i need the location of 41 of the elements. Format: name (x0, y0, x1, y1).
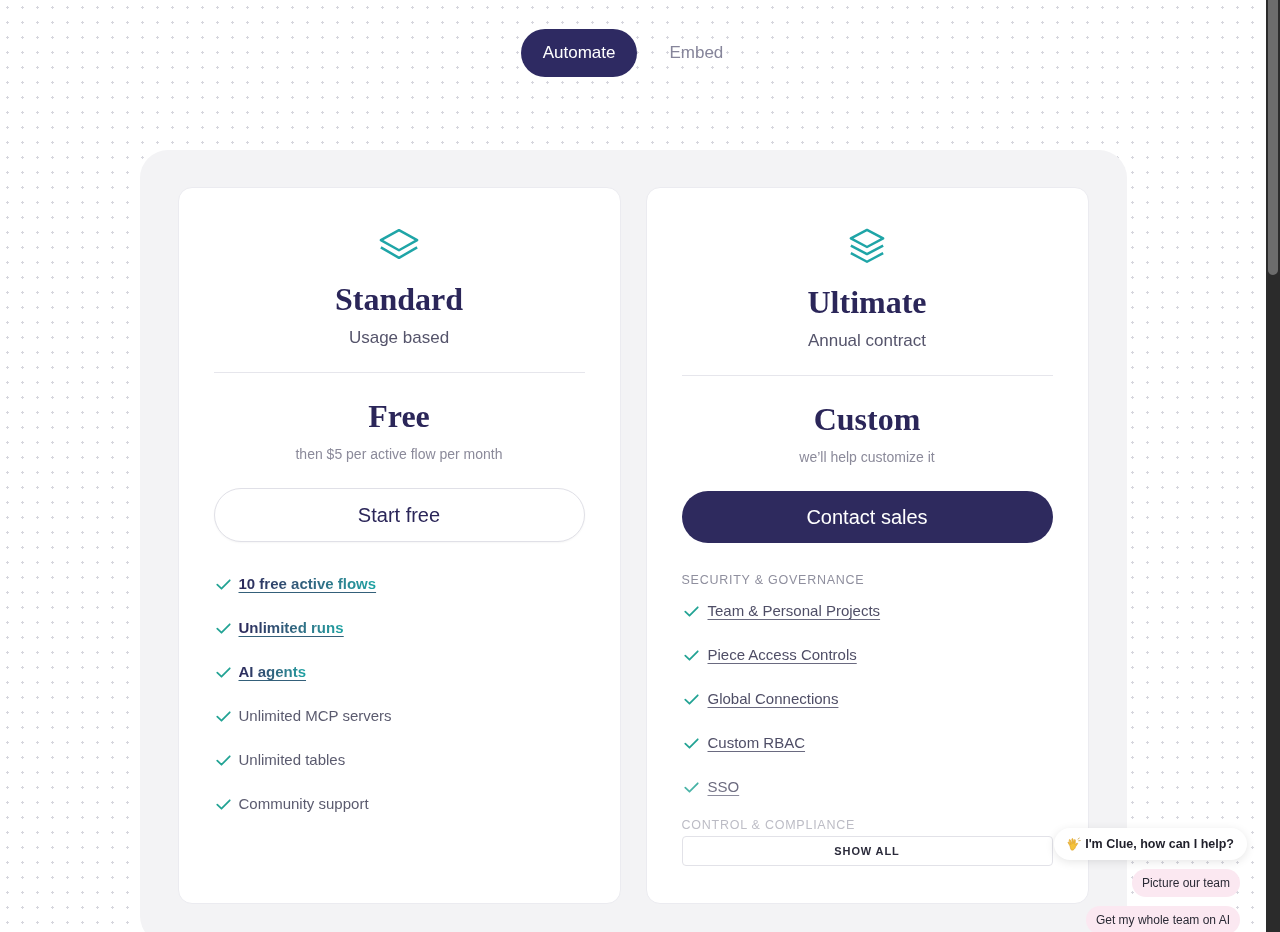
feature-link[interactable]: Team & Personal Projects (707, 599, 881, 623)
layers-icon (378, 228, 420, 261)
feature-text: Unlimited tables (238, 749, 346, 770)
check-icon (215, 798, 231, 810)
tab[interactable]: Embed (647, 29, 746, 77)
check-icon (215, 666, 231, 678)
check-icon (683, 737, 699, 749)
feature-link[interactable]: SSO (707, 775, 740, 799)
scrollbar-thumb[interactable] (1268, 0, 1278, 275)
plan-price: Free (367, 397, 431, 436)
price-note: then $5 per active flow per month (294, 445, 504, 464)
check-icon (683, 649, 699, 661)
check-icon (215, 710, 231, 722)
check-icon (215, 578, 231, 590)
check-icon (215, 754, 231, 766)
feature-link[interactable]: Piece Access Controls (707, 643, 857, 667)
contact-sales-button[interactable]: Contact sales (681, 491, 1053, 543)
check-icon (683, 781, 699, 793)
feature-text: Community support (238, 793, 369, 814)
plan-billing: Usage based (347, 327, 451, 349)
layers-icon (848, 228, 886, 266)
plan-price: Custom (812, 400, 922, 439)
plan-name: Ultimate (806, 283, 928, 322)
check-icon (215, 622, 231, 634)
plan-billing: Annual contract (806, 330, 928, 352)
tab[interactable]: Automate (520, 29, 638, 77)
waving-hand-icon (1066, 836, 1082, 852)
price-note: we’ll help customize it (798, 448, 936, 467)
chat-suggestion[interactable]: Get my whole team on AI (1085, 906, 1240, 932)
chat-greeting[interactable]: I'm Clue, how can I help? (1054, 828, 1247, 860)
chat-suggestion[interactable]: Picture our team (1131, 869, 1240, 897)
check-icon (683, 693, 699, 705)
section-heading: SECURITY & GOVERNANCE (681, 573, 866, 587)
start-free-button[interactable]: Start free (213, 488, 585, 542)
plan-name: Standard (333, 280, 464, 319)
feature-link[interactable]: Global Connections (707, 687, 839, 711)
show-all-button[interactable]: SHOW ALL (681, 836, 1053, 866)
feature-link[interactable]: Custom RBAC (707, 731, 806, 755)
feature-text: Unlimited MCP servers (238, 705, 392, 726)
section-heading: CONTROL & COMPLIANCE (681, 818, 857, 832)
check-icon (683, 605, 699, 617)
